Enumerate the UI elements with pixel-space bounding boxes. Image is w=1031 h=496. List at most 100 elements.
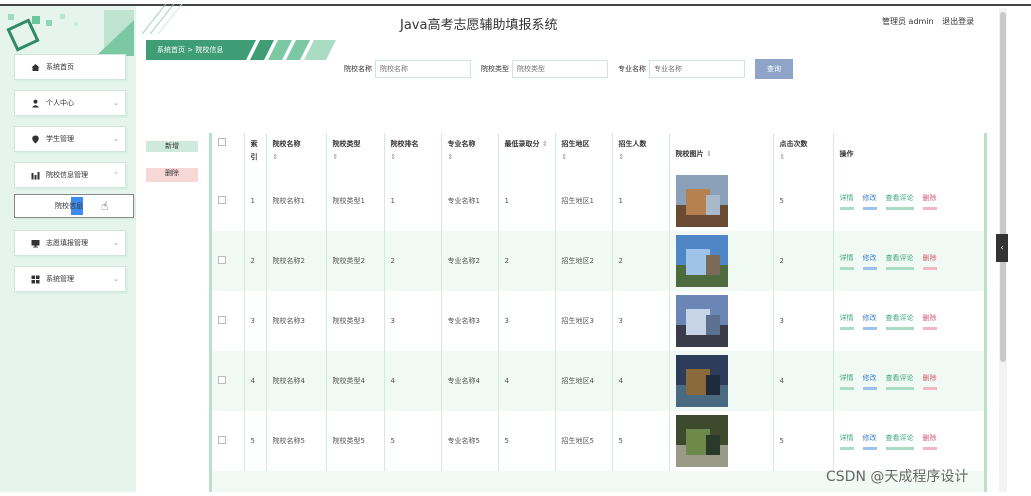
sidebar-item-label: 学生管理 (46, 135, 74, 143)
column-header[interactable]: 院校名称 ⇕ (266, 133, 327, 171)
sort-icon: ⇕ (447, 153, 454, 162)
cell-clicks: 5 (773, 411, 834, 471)
edit-button[interactable]: 修改 (862, 193, 877, 210)
cell-index: 2 (244, 231, 267, 291)
row-checkbox[interactable] (212, 231, 245, 291)
cell-clicks: 4 (773, 351, 834, 411)
cell-clicks: 2 (773, 231, 834, 291)
row-checkbox[interactable] (212, 411, 245, 471)
college-image (675, 295, 728, 347)
column-header[interactable]: 招生人数 ⇕ (612, 133, 670, 171)
cell-enrollment: 5 (612, 411, 670, 471)
sidebar-item-label: 系统首页 (46, 63, 74, 71)
sidebar-item-label: 个人中心 (46, 99, 74, 107)
table-row: 5 院校名称5 院校类型5 5 专业名称5 5 招生地区5 5 5 详情 修改 查看评论 删除 (212, 411, 984, 471)
column-header[interactable]: 招生地区 ⇕ (555, 133, 613, 171)
cell-college-type: 院校类型2 (326, 231, 385, 291)
query-button[interactable]: 查询 (755, 59, 793, 79)
column-header[interactable]: 最低录取分 ⇕ (498, 133, 556, 171)
sidebar-item-students[interactable]: 学生管理 ⌄ (14, 126, 126, 152)
sort-icon: ⇕ (390, 153, 397, 162)
bar-chart-icon (31, 171, 40, 180)
cell-college-type: 院校类型4 (326, 351, 385, 411)
detail-button[interactable]: 详情 (839, 253, 854, 270)
column-header[interactable]: 专业名称 ⇕ (441, 133, 499, 171)
table-row: 4 院校名称4 院校类型4 4 专业名称4 4 招生地区4 4 4 详情 修改 查看评论 删除 (212, 351, 984, 411)
college-image (675, 235, 728, 287)
delete-row-button[interactable]: 删除 (922, 313, 937, 330)
college-name-label: 院校名称 (344, 65, 372, 73)
cell-major-name: 专业名称5 (441, 411, 499, 471)
edit-button[interactable]: 修改 (862, 373, 877, 390)
row-checkbox[interactable] (212, 291, 245, 351)
delete-row-button[interactable]: 删除 (922, 193, 937, 210)
sidebar-item-profile[interactable]: 个人中心 ⌄ (14, 90, 126, 116)
sidebar-item-label: 院校信息管理 (46, 171, 88, 179)
major-name-input[interactable] (649, 60, 745, 78)
table-row: 1 院校名称1 院校类型1 1 专业名称1 1 招生地区1 1 5 详情 修改 查看评论 删除 (212, 171, 984, 231)
cell-region: 招生地区3 (555, 291, 613, 351)
scrollbar-thumb[interactable] (1000, 12, 1006, 362)
sidebar-item-system-management[interactable]: 系统管理 ⌄ (14, 266, 126, 292)
view-comments-button[interactable]: 查看评论 (885, 253, 914, 270)
chevron-down-icon: ⌄ (113, 135, 119, 143)
header-decoration (141, 4, 183, 34)
detail-button[interactable]: 详情 (839, 193, 854, 210)
detail-button[interactable]: 详情 (839, 373, 854, 390)
college-name-input[interactable] (375, 60, 471, 78)
column-header[interactable]: 院校类型 ⇕ (326, 133, 385, 171)
view-comments-button[interactable]: 查看评论 (885, 433, 914, 450)
column-header: 索引 (244, 133, 267, 171)
breadcrumb: 系统首页 > 院校信息 (157, 45, 223, 55)
cell-index: 1 (244, 171, 267, 231)
column-header[interactable]: 院校图片 ⇕ (669, 133, 774, 171)
cell-major-name: 专业名称1 (441, 171, 499, 231)
view-comments-button[interactable]: 查看评论 (885, 193, 914, 210)
cell-operations: 详情 修改 查看评论 删除 (833, 171, 984, 231)
edit-button[interactable]: 修改 (862, 313, 877, 330)
detail-button[interactable]: 详情 (839, 313, 854, 330)
cell-enrollment: 4 (612, 351, 670, 411)
select-all-checkbox[interactable] (212, 133, 245, 171)
delete-button[interactable]: 删除 (146, 168, 198, 182)
delete-row-button[interactable]: 删除 (922, 433, 937, 450)
view-comments-button[interactable]: 查看评论 (885, 373, 914, 390)
sort-icon: ⇕ (332, 153, 339, 162)
edit-button[interactable]: 修改 (862, 433, 877, 450)
view-comments-button[interactable]: 查看评论 (885, 313, 914, 330)
cell-major-name: 专业名称4 (441, 351, 499, 411)
breadcrumb-home[interactable]: 系统首页 (157, 46, 185, 54)
sort-icon: ⇕ (779, 153, 786, 162)
delete-row-button[interactable]: 删除 (922, 373, 937, 390)
sidebar-item-label: 系统管理 (46, 275, 74, 283)
user-icon (31, 99, 40, 108)
college-type-label: 院校类型 (481, 65, 509, 73)
delete-row-button[interactable]: 删除 (922, 253, 937, 270)
breadcrumb-current: 院校信息 (195, 46, 224, 54)
cell-enrollment: 1 (612, 171, 670, 231)
cell-college-rank: 5 (384, 411, 442, 471)
sidebar-subitem-college-info[interactable]: 院校信息 ☝ (14, 194, 134, 218)
add-button[interactable]: 新增 (146, 141, 198, 152)
sort-icon: ⇕ (618, 153, 625, 162)
page-title: Java高考志愿辅助填报系统 (400, 18, 558, 33)
sidebar-item-home[interactable]: 系统首页 (14, 54, 126, 80)
detail-button[interactable]: 详情 (839, 433, 854, 450)
collapse-tab-chevron-left-icon[interactable]: ‹ (996, 234, 1008, 262)
monitor-icon (31, 239, 40, 248)
cell-college-image (669, 411, 774, 471)
row-checkbox[interactable] (212, 351, 245, 411)
row-checkbox[interactable] (212, 171, 245, 231)
cell-operations: 详情 修改 查看评论 删除 (833, 291, 984, 351)
column-header[interactable]: 院校排名 ⇕ (384, 133, 442, 171)
cell-operations: 详情 修改 查看评论 删除 (833, 351, 984, 411)
cell-college-type: 院校类型3 (326, 291, 385, 351)
logout-link[interactable]: 退出登录 (942, 17, 974, 26)
column-header[interactable]: 点击次数 ⇕ (773, 133, 834, 171)
college-type-input[interactable] (512, 60, 608, 78)
sidebar-item-application-management[interactable]: 志愿填报管理 ⌄ (14, 230, 126, 256)
sidebar-item-college-management[interactable]: 院校信息管理 ⌃ (14, 162, 126, 188)
cell-min-score: 2 (498, 231, 556, 291)
edit-button[interactable]: 修改 (862, 253, 877, 270)
cell-college-rank: 2 (384, 231, 442, 291)
